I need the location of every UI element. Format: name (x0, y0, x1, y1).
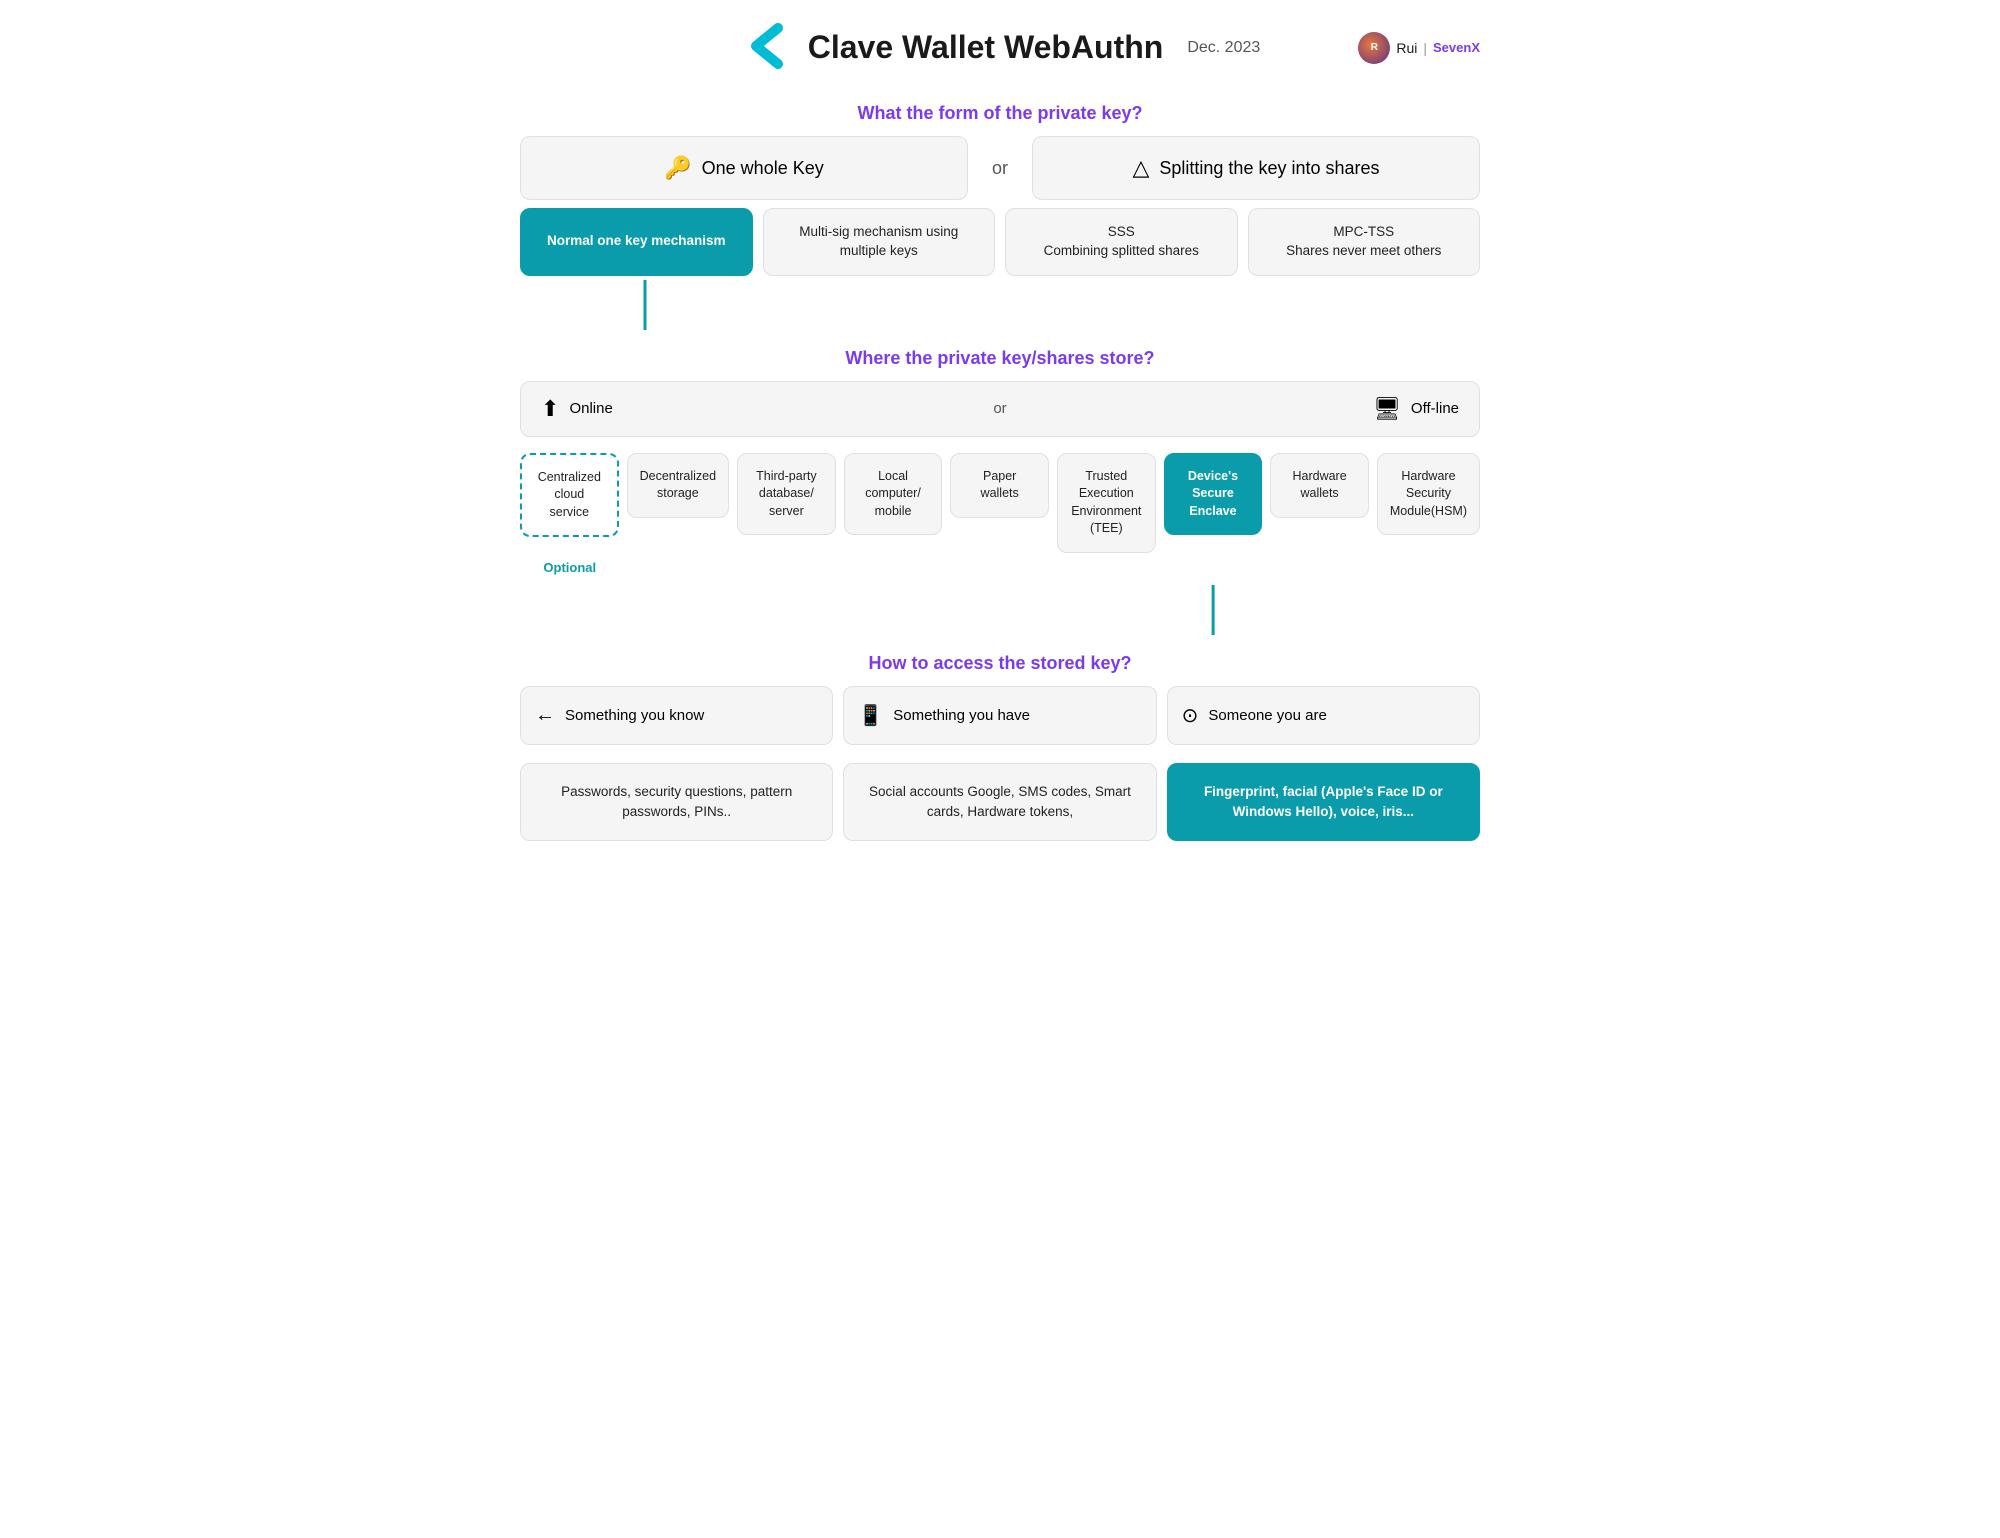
detail-are: Fingerprint, facial (Apple's Face ID or … (1167, 763, 1480, 842)
section2-title: Where the private key/shares store? (520, 348, 1480, 369)
key-types-row: 🔑 One whole Key or △ Splitting the key i… (520, 136, 1480, 200)
storage-third-party: Third-party database/ server (737, 453, 836, 536)
storage-hardware-wallets: Hardware wallets (1270, 453, 1369, 518)
splitting-key-block: △ Splitting the key into shares (1032, 136, 1480, 200)
online-label: Online (569, 400, 612, 417)
storage-cloud: Centralized cloud service (520, 453, 619, 538)
online-offline-row: ⬆ Online or 🖥 Off-line (520, 381, 1480, 437)
storage-decentralized-label: Decentralized storage (640, 468, 716, 503)
section3-title: How to access the stored key? (520, 653, 1480, 674)
header: Clave Wallet WebAuthn Dec. 2023 R Rui | … (520, 20, 1480, 75)
brand-avatar: R (1358, 32, 1390, 64)
optional-row: Optional (520, 559, 1480, 575)
detail-are-label: Fingerprint, facial (Apple's Face ID or … (1204, 784, 1443, 819)
detail-know: Passwords, security questions, pattern p… (520, 763, 833, 842)
splitting-key-label: Splitting the key into shares (1159, 158, 1379, 179)
online-block: ⬆ Online (541, 396, 993, 422)
brand-area: R Rui | SevenX (1358, 32, 1480, 64)
mechanism-mpc: MPC-TSSShares never meet others (1248, 208, 1481, 276)
section1-title: What the form of the private key? (520, 103, 1480, 124)
online-or: or (993, 400, 1006, 417)
access-have: 📱 Something you have (843, 686, 1156, 745)
brand-separator: | (1423, 40, 1427, 56)
storage-hsm-label: Hardware Security Module(HSM) (1390, 468, 1467, 521)
storage-tee: Trusted Execution Environment (TEE) (1057, 453, 1156, 553)
are-icon: ⊙ (1182, 703, 1199, 728)
storage-third-party-label: Third-party database/ server (750, 468, 823, 521)
storage-cloud-label: Centralized cloud service (534, 469, 605, 522)
storage-local: Local computer/ mobile (844, 453, 943, 536)
app-title: Clave Wallet WebAuthn (808, 29, 1164, 66)
storage-local-label: Local computer/ mobile (857, 468, 930, 521)
connector2 (520, 585, 1480, 635)
storage-row: Centralized cloud service Decentralized … (520, 453, 1480, 553)
storage-tee-label: Trusted Execution Environment (TEE) (1070, 468, 1143, 538)
offline-label: Off-line (1411, 400, 1459, 417)
mechanism-multisig-label: Multi-sig mechanism using multiple keys (776, 223, 983, 261)
mechanism-sss: SSSCombining splitted shares (1005, 208, 1238, 276)
mechanisms-row: Normal one key mechanism Multi-sig mecha… (520, 208, 1480, 276)
mechanism-multisig: Multi-sig mechanism using multiple keys (763, 208, 996, 276)
detail-know-label: Passwords, security questions, pattern p… (561, 784, 792, 819)
access-details-row: Passwords, security questions, pattern p… (520, 763, 1480, 842)
storage-secure-enclave: Device's Secure Enclave (1164, 453, 1263, 536)
one-whole-key-block: 🔑 One whole Key (520, 136, 968, 200)
access-know: ← Something you know (520, 686, 833, 745)
access-are-label: Someone you are (1208, 707, 1326, 724)
key-or-divider: or (968, 158, 1032, 179)
one-whole-key-label: One whole Key (702, 158, 824, 179)
storage-paper: Paper wallets (950, 453, 1049, 518)
access-have-label: Something you have (893, 707, 1030, 724)
key-icon: 🔑 (664, 155, 691, 181)
storage-hardware-wallets-label: Hardware wallets (1283, 468, 1356, 503)
offline-block: 🖥 Off-line (1007, 396, 1459, 422)
know-icon: ← (535, 704, 555, 727)
upload-icon: ⬆ (541, 396, 559, 422)
access-are: ⊙ Someone you are (1167, 686, 1480, 745)
storage-secure-enclave-label: Device's Secure Enclave (1177, 468, 1250, 521)
brand-name: Rui (1396, 40, 1417, 56)
detail-have-label: Social accounts Google, SMS codes, Smart… (869, 784, 1131, 819)
server-icon: 🖥 (1373, 396, 1401, 422)
storage-decentralized: Decentralized storage (627, 453, 729, 518)
have-icon: 📱 (858, 703, 883, 728)
storage-paper-label: Paper wallets (963, 468, 1036, 503)
split-icon: △ (1132, 155, 1149, 181)
connector1 (520, 280, 1480, 330)
storage-hsm: Hardware Security Module(HSM) (1377, 453, 1480, 536)
header-date: Dec. 2023 (1187, 39, 1260, 57)
mechanism-normal-label: Normal one key mechanism (547, 232, 726, 251)
detail-have: Social accounts Google, SMS codes, Smart… (843, 763, 1156, 842)
optional-label: Optional (543, 560, 596, 575)
brand-company: SevenX (1433, 40, 1480, 55)
logo (740, 20, 792, 75)
access-know-label: Something you know (565, 707, 704, 724)
mechanism-mpc-label: MPC-TSSShares never meet others (1286, 223, 1441, 261)
access-header-row: ← Something you know 📱 Something you hav… (520, 686, 1480, 745)
mechanism-normal: Normal one key mechanism (520, 208, 753, 276)
mechanism-sss-label: SSSCombining splitted shares (1044, 223, 1199, 261)
